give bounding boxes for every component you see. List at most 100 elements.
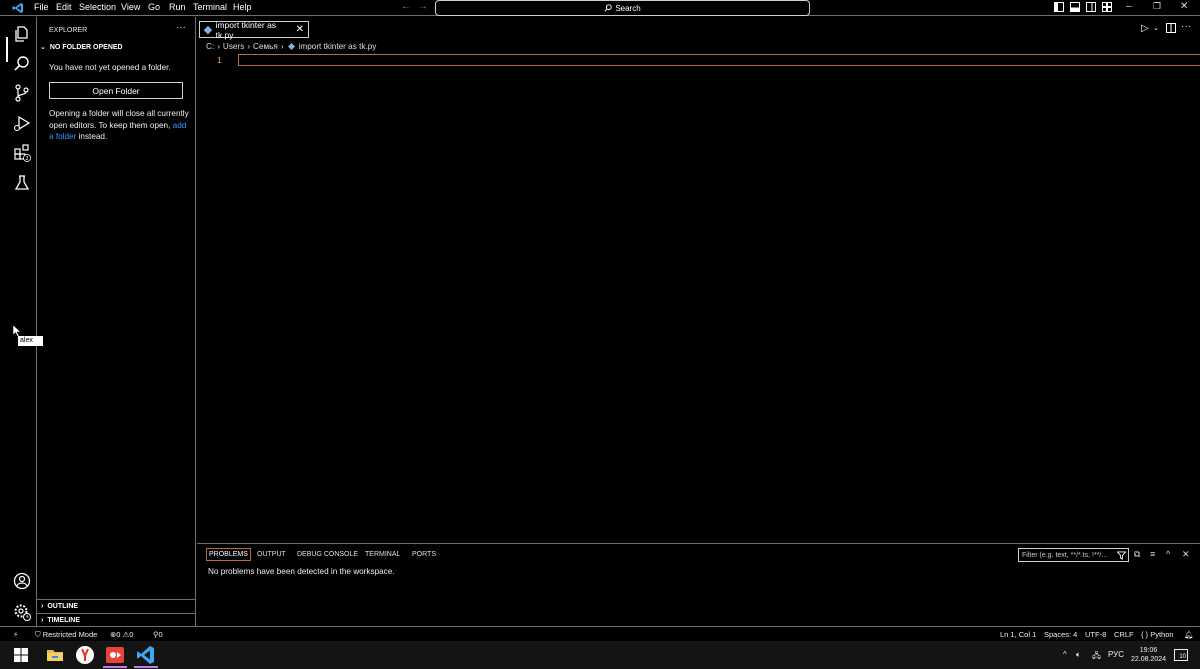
view-as-list-icon[interactable]: ≡	[1150, 549, 1155, 559]
notifications-bell-icon[interactable]: 🔔︎	[1184, 630, 1194, 639]
search-icon[interactable]	[12, 54, 32, 74]
activity-bar: 2	[0, 17, 37, 626]
indentation-status[interactable]: Spaces: 4	[1044, 630, 1077, 639]
chevron-right-icon: ›	[41, 617, 44, 624]
account-icon[interactable]	[12, 571, 32, 591]
extensions-icon[interactable]: 2	[12, 143, 32, 163]
keyboard-language[interactable]: РУС	[1108, 650, 1124, 659]
clock[interactable]: 19:06 22.08.2024	[1131, 646, 1166, 664]
menu-help[interactable]: Help	[233, 2, 252, 12]
filter-placeholder: Filter (e.g. text, **/*.ts, !**/...	[1022, 551, 1108, 559]
show-hidden-icons-icon[interactable]: ^	[1063, 650, 1067, 659]
file-explorer-icon[interactable]	[45, 645, 65, 665]
breadcrumb-folder[interactable]: Семья	[253, 42, 278, 51]
menu-edit[interactable]: Edit	[56, 2, 72, 12]
menu-file[interactable]: File	[34, 2, 49, 12]
explorer-icon[interactable]	[12, 24, 32, 44]
section-title: NO FOLDER OPENED	[49, 43, 123, 51]
network-icon[interactable]: 🖧︎	[1092, 650, 1101, 664]
breadcrumb: C: › Users › Семья › import tkinter as t…	[206, 42, 376, 51]
search-icon	[604, 4, 612, 12]
forward-arrow-icon[interactable]: →	[418, 1, 428, 12]
python-file-icon	[203, 25, 212, 34]
running-indicator	[103, 666, 127, 668]
eol-status[interactable]: CRLF	[1114, 630, 1134, 639]
clock-date: 22.08.2024	[1131, 656, 1167, 663]
no-folder-section-header[interactable]: ⌄ NO FOLDER OPENED	[40, 43, 123, 52]
close-tab-icon[interactable]: ✕	[296, 24, 304, 35]
extensions-badge: 2	[25, 156, 28, 162]
filter-icon[interactable]	[1117, 551, 1126, 560]
panel-tab-terminal[interactable]: TERMINAL	[365, 551, 400, 558]
menu-view[interactable]: View	[121, 2, 140, 12]
minimize-icon[interactable]: –	[1126, 1, 1132, 12]
clock-time: 19:06	[1139, 647, 1158, 654]
yandex-browser-icon[interactable]	[75, 645, 95, 665]
chevron-right-icon: ›	[41, 603, 44, 610]
tab-import-tkinter[interactable]: import tkinter as tk.py ✕	[199, 19, 309, 40]
run-python-file-icon[interactable]: ▷	[1141, 23, 1149, 34]
toggle-panel-icon[interactable]	[1070, 2, 1080, 12]
panel-tab-problems[interactable]: PROBLEMS	[206, 548, 251, 561]
problems-message: No problems have been detected in the wo…	[208, 567, 395, 576]
no-folder-message: You have not yet opened a folder.	[49, 63, 171, 72]
encoding-status[interactable]: UTF-8	[1085, 630, 1106, 639]
outline-section[interactable]: › OUTLINE	[37, 599, 196, 613]
active-indicator	[6, 37, 8, 62]
vscode-taskbar-icon[interactable]	[136, 645, 156, 665]
search-label: Search	[615, 3, 641, 13]
back-arrow-icon[interactable]: ←	[401, 1, 411, 12]
problems-status[interactable]: ⊗0 ⚠0	[110, 630, 133, 639]
problems-filter-input[interactable]: Filter (e.g. text, **/*.ts, !**/...	[1018, 548, 1129, 562]
timeline-section[interactable]: › TIMELINE	[37, 613, 196, 627]
menu-selection[interactable]: Selection	[79, 2, 116, 12]
title-bar: File Edit Selection View Go Run Terminal…	[0, 0, 1200, 16]
remote-icon[interactable]: ⚡	[13, 630, 18, 639]
close-window-icon[interactable]: ✕	[1180, 1, 1188, 12]
restore-icon[interactable]: ❐	[1153, 1, 1161, 12]
toggle-secondary-sidebar-icon[interactable]	[1086, 2, 1096, 12]
restricted-mode-status[interactable]: ⛉ Restricted Mode	[35, 630, 97, 640]
notification-center-icon[interactable]: 10	[1174, 649, 1188, 661]
panel-tab-output[interactable]: OUTPUT	[257, 551, 286, 558]
panel-tab-debug-console[interactable]: DEBUG CONSOLE	[297, 551, 358, 558]
toggle-primary-sidebar-icon[interactable]	[1054, 2, 1064, 12]
menu-go[interactable]: Go	[148, 2, 160, 12]
chevron-right-icon: ›	[247, 42, 251, 51]
collapse-all-icon[interactable]: ⧉	[1134, 549, 1140, 560]
open-folder-note: Opening a folder will close all currentl…	[49, 109, 189, 141]
command-center-search[interactable]: Search	[435, 0, 810, 16]
testing-icon[interactable]	[12, 173, 32, 193]
ports-status[interactable]: ⚲0	[153, 630, 163, 639]
language-status[interactable]: { } Python	[1141, 630, 1174, 639]
windows-start-icon[interactable]	[14, 648, 28, 662]
close-panel-icon[interactable]: ✕	[1182, 549, 1190, 560]
split-editor-icon[interactable]	[1166, 23, 1176, 33]
current-line-highlight[interactable]	[238, 54, 1200, 66]
hover-tooltip: alex	[18, 336, 43, 346]
manage-gear-icon[interactable]	[12, 602, 32, 622]
breadcrumb-drive[interactable]: C:	[206, 42, 214, 51]
recorder-app-icon[interactable]	[105, 645, 125, 665]
maximize-panel-icon[interactable]: ^	[1166, 549, 1170, 559]
cursor-position-status[interactable]: Ln 1, Col 1	[1000, 630, 1036, 639]
python-file-icon	[287, 42, 295, 51]
menu-terminal[interactable]: Terminal	[193, 2, 227, 12]
customize-layout-icon[interactable]	[1102, 2, 1112, 12]
breadcrumb-file[interactable]: import tkinter as tk.py	[299, 42, 377, 51]
breadcrumb-users[interactable]: Users	[223, 42, 244, 51]
open-folder-button[interactable]: Open Folder	[49, 82, 183, 99]
windows-taskbar: ^ 🔈︎ 🖧︎ РУС 19:06 22.08.2024 10	[0, 641, 1200, 669]
volume-muted-icon[interactable]: 🔈︎	[1076, 650, 1081, 660]
bottom-panel: PROBLEMS OUTPUT DEBUG CONSOLE TERMINAL P…	[197, 543, 1200, 626]
menu-run[interactable]: Run	[169, 2, 186, 12]
editor-more-actions-icon[interactable]: ···	[1181, 21, 1191, 32]
vscode-logo-icon[interactable]	[12, 2, 24, 14]
more-actions-icon[interactable]: ···	[176, 22, 186, 33]
run-debug-icon[interactable]	[12, 113, 32, 133]
tab-label: import tkinter as tk.py	[215, 19, 277, 40]
source-control-icon[interactable]	[12, 83, 32, 103]
run-options-chevron-icon[interactable]: ⌄	[1153, 24, 1159, 32]
panel-tab-ports[interactable]: PORTS	[412, 551, 436, 558]
editor-tab-bar: import tkinter as tk.py ✕ ▷ ⌄ ···	[196, 17, 1200, 41]
